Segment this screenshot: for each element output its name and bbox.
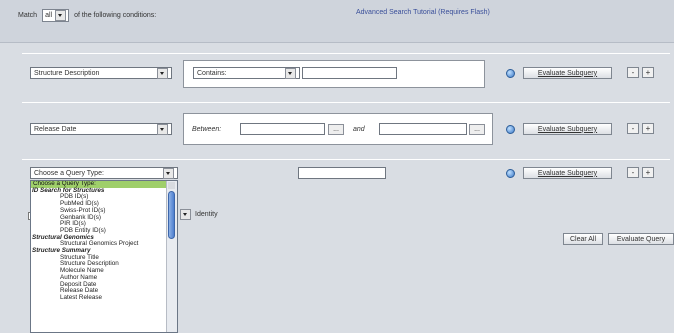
- dropdown-option[interactable]: Molecule Name: [31, 267, 168, 275]
- help-icon[interactable]: [506, 125, 515, 134]
- query-type-select-1[interactable]: Structure Description: [30, 67, 172, 79]
- chevron-down-icon[interactable]: [157, 67, 168, 79]
- from-date-picker-button[interactable]: ...: [328, 124, 344, 135]
- chevron-down-icon[interactable]: [163, 167, 174, 179]
- divider: [22, 159, 670, 160]
- scroll-thumb[interactable]: [168, 191, 175, 239]
- evaluate-subquery-label: Evaluate Subquery: [537, 169, 598, 177]
- chevron-down-icon[interactable]: [285, 67, 296, 79]
- query-type-select-2[interactable]: Release Date: [30, 123, 172, 135]
- query-type-label: Structure Description: [34, 69, 100, 77]
- dropdown-scrollbar[interactable]: [166, 181, 177, 332]
- tutorial-link[interactable]: Advanced Search Tutorial (Requires Flash…: [356, 9, 490, 16]
- match-suffix: of the following conditions:: [74, 12, 157, 19]
- match-select[interactable]: all: [42, 9, 70, 22]
- scroll-up-icon[interactable]: [168, 182, 175, 189]
- remove-row-button[interactable]: -: [627, 123, 639, 134]
- between-label: Between:: [192, 126, 222, 133]
- remove-row-button[interactable]: -: [627, 167, 639, 178]
- evaluate-query-button[interactable]: Evaluate Query: [608, 233, 674, 245]
- dropdown-option[interactable]: Latest Release: [31, 294, 168, 302]
- identity-label: Identity: [195, 211, 218, 218]
- divider: [22, 102, 670, 103]
- add-row-button[interactable]: +: [642, 67, 654, 78]
- evaluate-query-label: Evaluate Query: [616, 235, 666, 243]
- to-date-input[interactable]: [379, 123, 467, 135]
- chevron-down-icon[interactable]: [180, 209, 191, 220]
- identity-row: Identity: [180, 209, 218, 220]
- match-value: all: [45, 12, 53, 19]
- evaluate-subquery-label: Evaluate Subquery: [537, 69, 598, 77]
- help-icon[interactable]: [506, 169, 515, 178]
- dropdown-option[interactable]: Genbank ID(s): [31, 214, 168, 222]
- chevron-down-icon[interactable]: [157, 123, 168, 135]
- add-row-button[interactable]: +: [642, 123, 654, 134]
- help-icon[interactable]: [506, 69, 515, 78]
- divider: [22, 53, 670, 54]
- dropdown-option[interactable]: Author Name: [31, 274, 168, 282]
- query-type-label: Release Date: [34, 125, 77, 133]
- evaluate-subquery-button[interactable]: Evaluate Subquery: [523, 67, 612, 79]
- query-type-select-3[interactable]: Choose a Query Type:: [30, 167, 178, 179]
- and-label: and: [353, 126, 365, 133]
- add-row-button[interactable]: +: [642, 167, 654, 178]
- match-prefix: Match: [18, 12, 38, 19]
- chevron-down-icon[interactable]: [55, 10, 67, 21]
- operator-select[interactable]: Contains:: [193, 67, 300, 79]
- top-bar: Match all of the following conditions: A…: [0, 0, 674, 43]
- query-type-label: Choose a Query Type:: [34, 169, 104, 177]
- remove-row-button[interactable]: -: [627, 67, 639, 78]
- operator-label: Contains:: [197, 69, 227, 77]
- match-row: Match all of the following conditions:: [18, 9, 156, 22]
- from-date-input[interactable]: [240, 123, 325, 135]
- query-type-dropdown-list[interactable]: Choose a Query Type: ID Search for Struct…: [30, 180, 178, 333]
- evaluate-subquery-button[interactable]: Evaluate Subquery: [523, 123, 612, 135]
- dropdown-group-header: Structure Summary: [32, 247, 91, 255]
- dropdown-options: Choose a Query Type: ID Search for Struct…: [31, 181, 168, 302]
- evaluate-subquery-label: Evaluate Subquery: [537, 125, 598, 133]
- clear-all-button[interactable]: Clear All: [563, 233, 603, 245]
- contains-input[interactable]: [302, 67, 397, 79]
- clear-all-label: Clear All: [569, 235, 597, 243]
- query-value-input[interactable]: [298, 167, 386, 179]
- dropdown-option[interactable]: Deposit Date: [31, 281, 168, 289]
- dropdown-group-header: ID Search for Structures: [32, 186, 105, 194]
- evaluate-subquery-button[interactable]: Evaluate Subquery: [523, 167, 612, 179]
- dropdown-option[interactable]: PDB ID(s): [31, 194, 168, 201]
- to-date-picker-button[interactable]: ...: [469, 124, 485, 135]
